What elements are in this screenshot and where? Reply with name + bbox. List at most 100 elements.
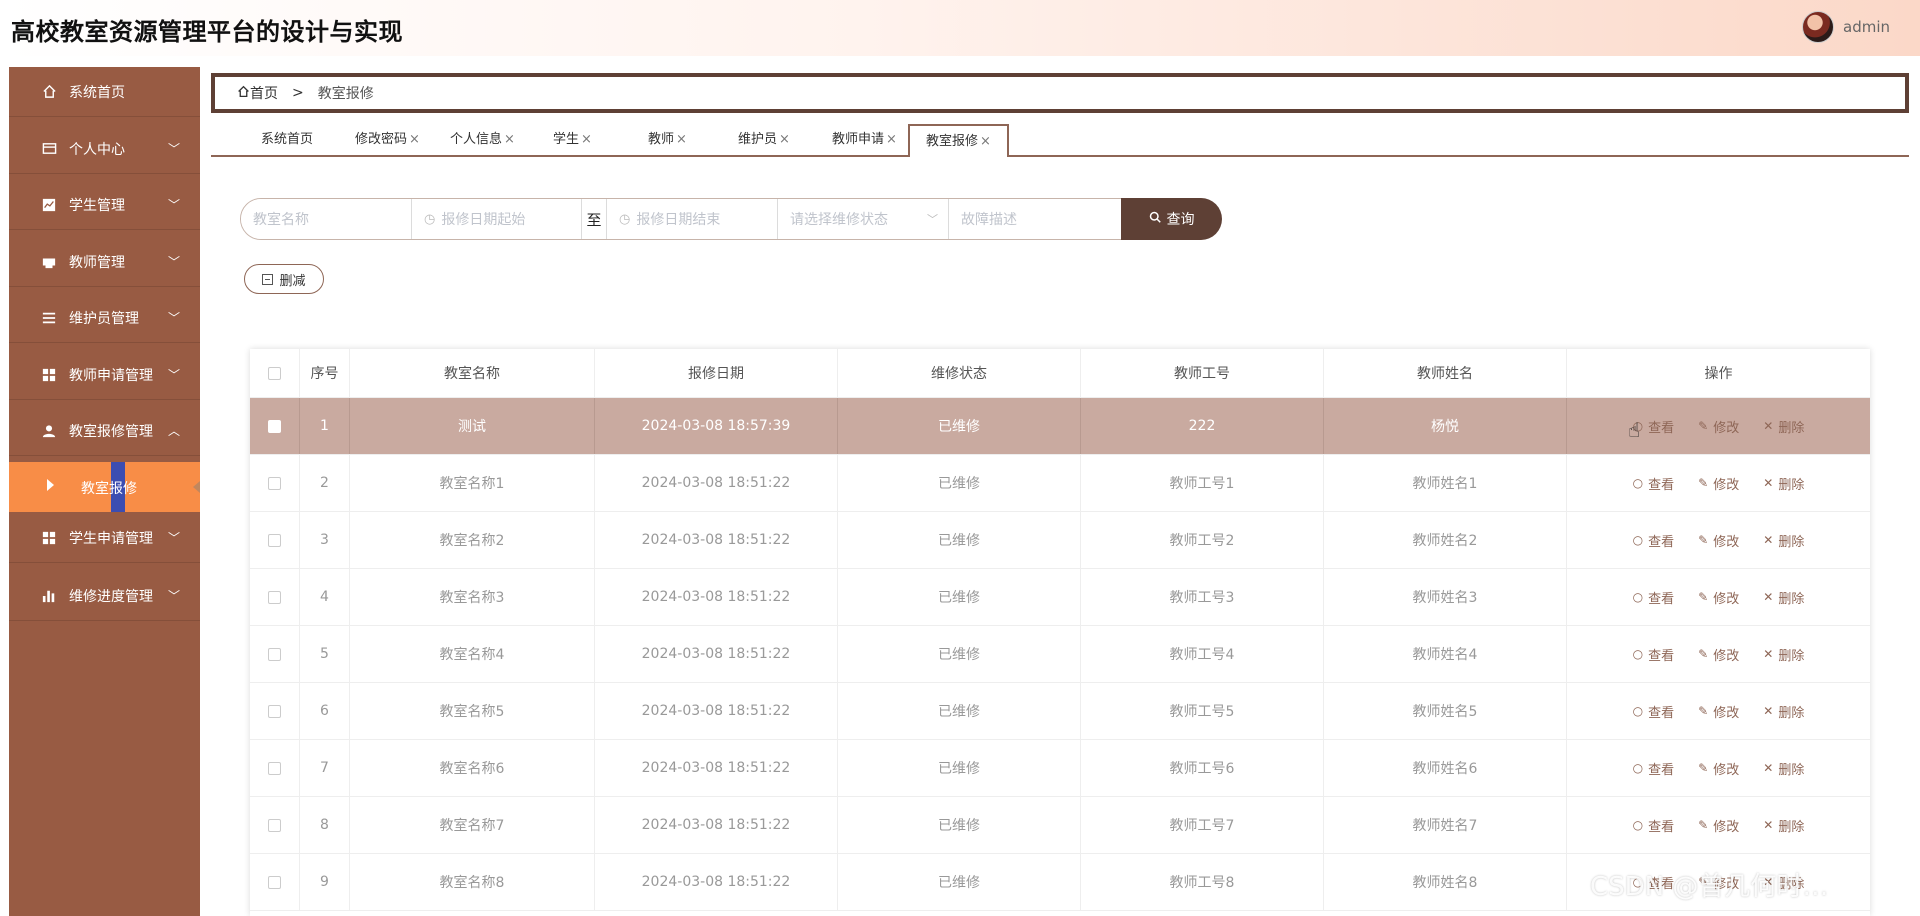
row-checkbox[interactable] (268, 647, 281, 661)
row-number: 4 (300, 569, 350, 625)
edit-button[interactable]: ✎ 修改 (1698, 645, 1739, 664)
fault-description-input[interactable]: 故障描述 (949, 199, 1120, 239)
delete-button[interactable]: ✕ 删除 (1763, 474, 1804, 493)
edit-button[interactable]: ✎ 修改 (1698, 417, 1739, 436)
table-row[interactable]: 8 教室名称7 2024-03-08 18:51:22 已维修 教师工号7 教师姓名7 ○ 查… (250, 797, 1870, 854)
date-start-input[interactable]: ◷ 报修日期起始 (412, 199, 582, 239)
edit-button[interactable]: ✎ 修改 (1698, 588, 1739, 607)
column-header: 教师工号 (1081, 349, 1324, 397)
row-checkbox[interactable] (268, 533, 281, 547)
tab-classroom-repair[interactable]: 教室报修 × (908, 124, 1009, 157)
home-icon[interactable] (237, 85, 250, 102)
close-icon[interactable]: × (779, 132, 790, 147)
close-icon[interactable]: × (581, 132, 592, 147)
teacher-id: 教师工号3 (1081, 569, 1324, 625)
close-icon[interactable]: × (886, 132, 897, 147)
close-icon[interactable]: × (676, 132, 687, 147)
table-row[interactable]: 6 教室名称5 2024-03-08 18:51:22 已维修 教师工号5 教师姓名5 ○ 查… (250, 683, 1870, 740)
row-checkbox[interactable] (268, 818, 281, 832)
teacher-id: 教师工号1 (1081, 455, 1324, 511)
delete-button[interactable]: ✕ 删除 (1763, 702, 1804, 721)
grid-icon (41, 530, 57, 546)
edit-button[interactable]: ✎ 修改 (1698, 816, 1739, 835)
sidebar-subitem-repair[interactable]: 教室报修 (9, 462, 200, 512)
edit-button[interactable]: ✎ 修改 (1698, 702, 1739, 721)
tab-change-password[interactable]: 修改密码 × (355, 124, 420, 155)
view-button[interactable]: ○ 查看 (1633, 816, 1675, 835)
sidebar-item-home[interactable]: 系统首页 (9, 67, 200, 117)
close-icon[interactable]: × (504, 132, 515, 147)
view-button[interactable]: ○ 查看 (1633, 702, 1675, 721)
tab-maintainers[interactable]: 维护员 × (738, 124, 790, 155)
sidebar-item-repair-management[interactable]: 教室报修管理 ︿ (9, 406, 200, 456)
close-icon[interactable]: × (409, 132, 420, 147)
user-name[interactable]: admin (1843, 18, 1890, 36)
tab-students[interactable]: 学生 × (553, 124, 592, 155)
breadcrumb: 首页 > 教室报修 (211, 73, 1909, 113)
row-checkbox[interactable] (268, 590, 281, 604)
select-all-checkbox[interactable] (250, 349, 300, 397)
sidebar-item-maintainers[interactable]: 维护员管理 ﹀ (9, 293, 200, 343)
tab-home[interactable]: 系统首页 (261, 124, 313, 155)
sidebar-item-repair-progress[interactable]: 维修进度管理 ﹀ (9, 571, 200, 621)
row-checkbox[interactable] (268, 476, 281, 490)
table-row[interactable]: 5 教室名称4 2024-03-08 18:51:22 已维修 教师工号4 教师姓名4 ○ 查… (250, 626, 1870, 683)
repair-status: 已维修 (838, 740, 1081, 796)
search-button[interactable]: 查询 (1121, 198, 1222, 240)
view-button[interactable]: ○ 查看 (1633, 531, 1675, 550)
sidebar-item-personal[interactable]: 个人中心 ﹀ (9, 124, 200, 174)
tab-teacher-applications[interactable]: 教师申请 × (832, 124, 897, 155)
sidebar-item-student-applications[interactable]: 学生申请管理 ﹀ (9, 513, 200, 563)
search-icon: ○ (1632, 761, 1644, 775)
row-checkbox-cell (250, 455, 300, 511)
table-row[interactable]: 2 教室名称1 2024-03-08 18:51:22 已维修 教师工号1 教师姓名1 ○ 查… (250, 455, 1870, 512)
sidebar-item-teachers[interactable]: 教师管理 ﹀ (9, 237, 200, 287)
table-row[interactable]: 1 测试 2024-03-08 18:57:39 已维修 222 杨悦 ○ 查看 ✎ 修改 ✕ 删除 (250, 398, 1870, 455)
tab-label: 个人信息 (450, 132, 503, 147)
breadcrumb-home[interactable]: 首页 (250, 83, 278, 103)
delete-button[interactable]: ✕ 删除 (1763, 417, 1804, 436)
grid-icon (41, 367, 57, 383)
row-checkbox[interactable] (268, 419, 281, 433)
delete-button[interactable]: ✕ 删除 (1763, 531, 1804, 550)
row-checkbox[interactable] (268, 704, 281, 718)
row-checkbox[interactable] (268, 761, 281, 775)
view-label: 查看 (1648, 591, 1675, 607)
view-button[interactable]: ○ 查看 (1633, 474, 1675, 493)
placeholder: 报修日期结束 (636, 212, 721, 228)
repair-date: 2024-03-08 18:51:22 (595, 683, 838, 739)
batch-delete-button[interactable]: 删减 (244, 264, 324, 294)
sidebar-item-teacher-applications[interactable]: 教师申请管理 ﹀ (9, 350, 200, 400)
sidebar-item-label: 维护员管理 (69, 310, 139, 327)
tab-label: 教师申请 (832, 132, 885, 147)
table-row[interactable]: 3 教室名称2 2024-03-08 18:51:22 已维修 教师工号2 教师姓名2 ○ 查… (250, 512, 1870, 569)
table-row[interactable]: 7 教室名称6 2024-03-08 18:51:22 已维修 教师工号6 教师姓名6 ○ 查… (250, 740, 1870, 797)
edit-button[interactable]: ✎ 修改 (1698, 474, 1739, 493)
status-select[interactable]: 请选择维修状态 ﹀ (778, 199, 949, 239)
classroom-name-input[interactable]: 教室名称 (241, 199, 412, 239)
date-end-input[interactable]: ◷ 报修日期结束 (607, 199, 778, 239)
delete-button[interactable]: ✕ 删除 (1763, 759, 1804, 778)
view-button[interactable]: ○ 查看 (1633, 645, 1675, 664)
search-icon: ○ (1632, 818, 1644, 832)
sidebar-item-label: 学生管理 (69, 197, 125, 214)
delete-button[interactable]: ✕ 删除 (1763, 645, 1804, 664)
table-row[interactable]: 4 教室名称3 2024-03-08 18:51:22 已维修 教师工号3 教师姓名3 ○ 查… (250, 569, 1870, 626)
edit-button[interactable]: ✎ 修改 (1698, 531, 1739, 550)
view-button[interactable]: ○ 查看 (1633, 588, 1675, 607)
sidebar-item-students[interactable]: 学生管理 ﹀ (9, 180, 200, 230)
tab-personal-info[interactable]: 个人信息 × (450, 124, 515, 155)
close-icon[interactable]: × (980, 134, 991, 149)
user-menu[interactable]: admin (1802, 11, 1890, 43)
delete-button[interactable]: ✕ 删除 (1763, 588, 1804, 607)
view-button[interactable]: ○ 查看 (1633, 759, 1675, 778)
checkbox[interactable] (268, 366, 281, 380)
search-icon: ○ (1632, 704, 1644, 718)
edit-button[interactable]: ✎ 修改 (1698, 759, 1739, 778)
delete-label: 删除 (1778, 591, 1805, 607)
row-checkbox[interactable] (268, 875, 281, 889)
close-icon: ✕ (1763, 704, 1774, 718)
avatar[interactable] (1802, 11, 1834, 43)
delete-button[interactable]: ✕ 删除 (1763, 816, 1804, 835)
tab-teachers[interactable]: 教师 × (648, 124, 687, 155)
